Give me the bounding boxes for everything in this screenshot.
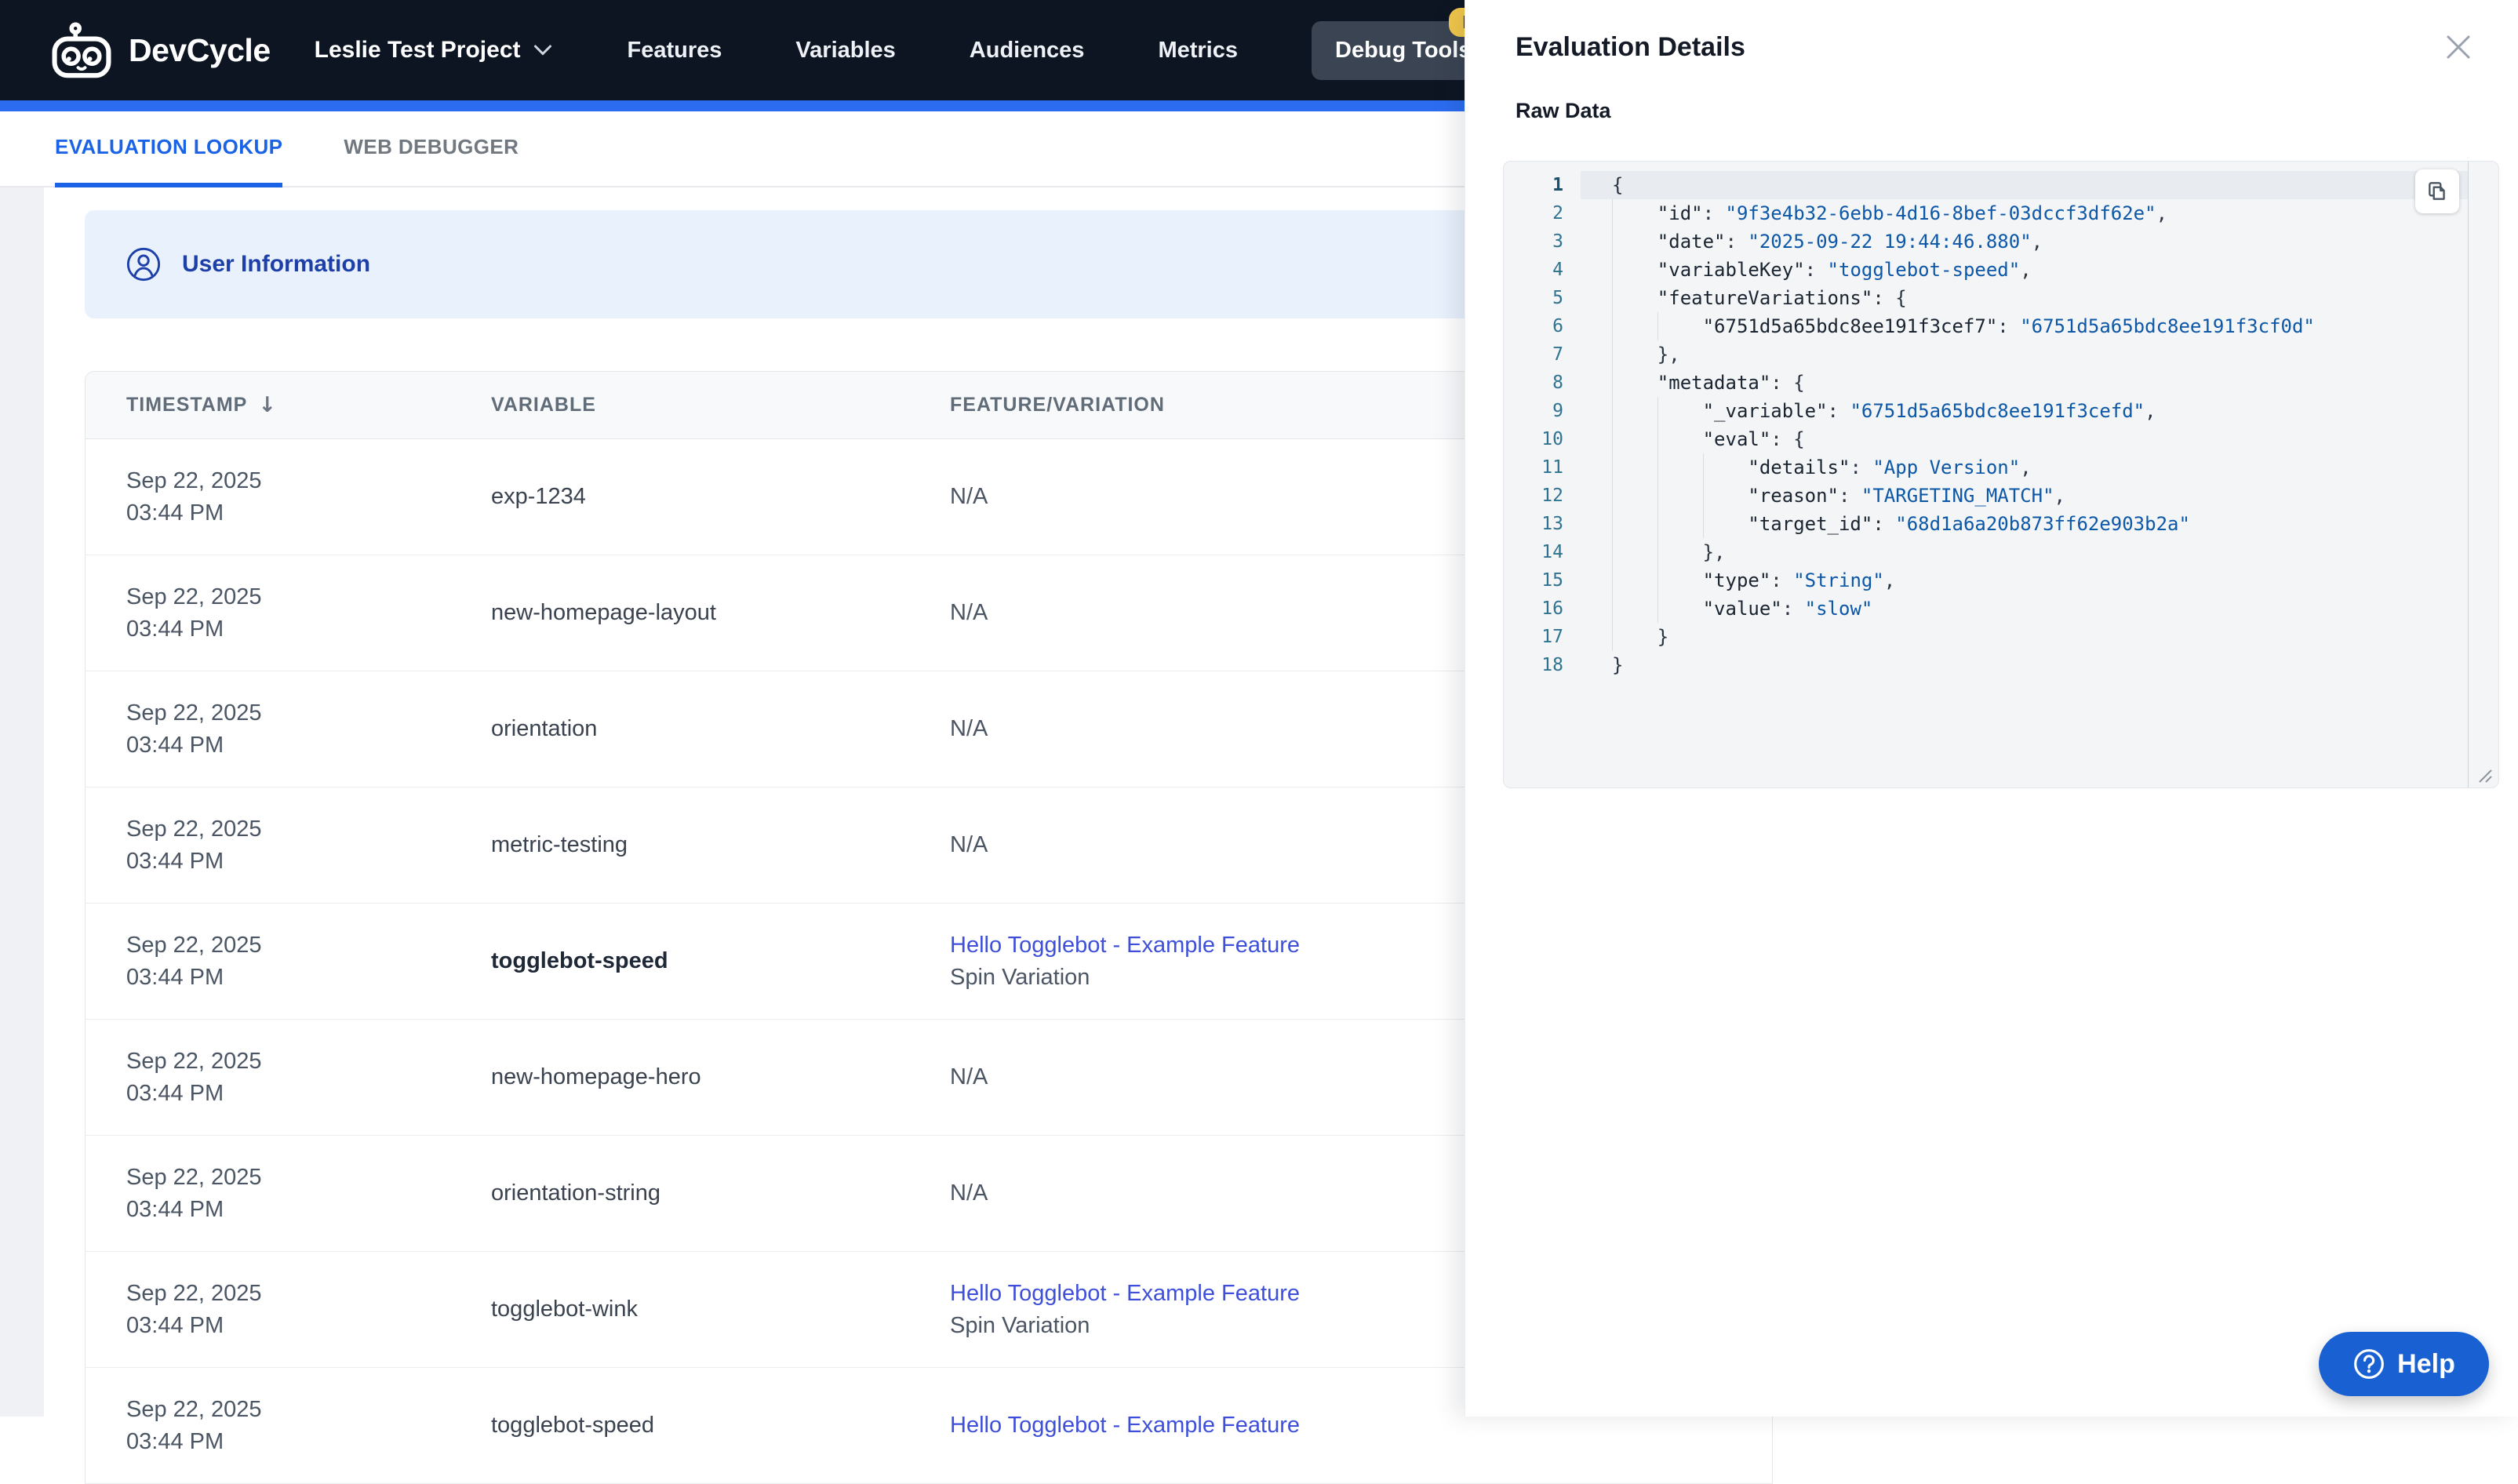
copy-button[interactable] — [2415, 169, 2459, 213]
na-label: N/A — [950, 716, 988, 741]
code-line: 4 "variableKey": "togglebot-speed", — [1504, 256, 2468, 284]
na-label: N/A — [950, 832, 988, 857]
close-panel-button[interactable] — [2443, 31, 2474, 63]
line-number: 11 — [1541, 457, 1563, 478]
code-line: 9 "_variable": "6751d5a65bdc8ee191f3cefd"… — [1504, 397, 2468, 425]
code-line: 8 "metadata": { — [1504, 369, 2468, 397]
timestamp-cell: Sep 22, 2025 03:44 PM — [126, 584, 262, 642]
code-line: 7}, — [1504, 340, 2468, 369]
line-number: 1 — [1552, 175, 1563, 195]
timestamp-cell: Sep 22, 2025 03:44 PM — [126, 467, 262, 526]
brand-name: DevCycle — [129, 31, 271, 68]
timestamp-cell: Sep 22, 2025 03:44 PM — [126, 1164, 262, 1222]
na-label: N/A — [950, 600, 988, 625]
line-number: 13 — [1541, 514, 1563, 534]
code-line: 5 "featureVariations": { — [1504, 284, 2468, 312]
code-line: 6 "6751d5a65bdc8ee191f3cef7": "6751d5a65b… — [1504, 312, 2468, 340]
line-number: 18 — [1541, 655, 1563, 675]
user-information-section[interactable]: User Information — [85, 210, 1654, 318]
na-label: N/A — [950, 1064, 988, 1089]
code-line: 13 "target_id": "68d1a6a20b873ff62e903b2a… — [1504, 510, 2468, 538]
na-label: N/A — [950, 1180, 988, 1206]
tab-web-debugger[interactable]: WEB DEBUGGER — [344, 111, 519, 187]
line-number: 17 — [1541, 627, 1563, 647]
line-number: 16 — [1541, 598, 1563, 619]
panel-title: Evaluation Details — [1516, 31, 1745, 62]
code-line: 14}, — [1504, 538, 2468, 566]
sort-descending-icon: ↓ — [258, 393, 277, 417]
code-line: 2 "id": "9f3e4b32-6ebb-4d16-8bef-03dccf3d… — [1504, 199, 2468, 227]
code-line: 18} — [1504, 651, 2468, 679]
timestamp-cell: Sep 22, 2025 03:44 PM — [126, 1396, 262, 1454]
question-circle-icon — [2354, 1349, 2385, 1379]
line-number: 4 — [1552, 260, 1563, 280]
help-button[interactable]: Help — [2319, 1332, 2489, 1396]
line-number: 3 — [1552, 231, 1563, 252]
raw-data-label: Raw Data — [1516, 99, 1611, 122]
debug-tools-label: Debug Tools — [1335, 37, 1472, 63]
nav-item-variables[interactable]: Variables — [795, 38, 895, 64]
code-line: 12 "reason": "TARGETING_MATCH", — [1504, 482, 2468, 510]
variable-cell: togglebot-speed — [491, 948, 668, 973]
line-number: 9 — [1552, 401, 1563, 421]
line-number: 12 — [1541, 486, 1563, 506]
variable-cell: new-homepage-layout — [491, 600, 716, 625]
project-name: Leslie Test Project — [314, 37, 521, 63]
chevron-down-icon — [533, 45, 551, 56]
nav-item-features[interactable]: Features — [628, 38, 722, 64]
line-number: 6 — [1552, 316, 1563, 336]
close-icon — [2447, 35, 2470, 59]
project-selector[interactable]: Leslie Test Project — [315, 37, 552, 64]
timestamp-cell: Sep 22, 2025 03:44 PM — [126, 1048, 262, 1106]
na-label: N/A — [950, 484, 988, 509]
main-navigation: Features Variables Audiences Metrics — [628, 38, 1238, 64]
resize-handle-icon[interactable] — [2476, 766, 2493, 784]
variable-cell: togglebot-wink — [491, 1297, 638, 1322]
raw-data-code-block: 1{2 "id": "9f3e4b32-6ebb-4d16-8bef-03dccf… — [1503, 161, 2499, 788]
code-line: 16 "value": "slow" — [1504, 595, 2468, 623]
help-label: Help — [2397, 1348, 2455, 1379]
code-line: 15 "type": "String", — [1504, 566, 2468, 595]
user-information-title: User Information — [182, 251, 371, 277]
line-number: 2 — [1552, 203, 1563, 224]
line-number: 15 — [1541, 570, 1563, 591]
evaluation-details-panel: Evaluation Details Raw Data 1{2 "id": "9f… — [1465, 0, 2518, 1417]
line-number: 8 — [1552, 373, 1563, 393]
user-circle-icon — [126, 247, 161, 282]
line-number: 7 — [1552, 344, 1563, 365]
devcycle-logo[interactable]: DevCycle — [50, 22, 271, 78]
timestamp-cell: Sep 22, 2025 03:44 PM — [126, 816, 262, 874]
variable-cell: new-homepage-hero — [491, 1064, 701, 1089]
variable-cell: exp-1234 — [491, 484, 586, 509]
line-number: 10 — [1541, 429, 1563, 449]
column-header-variable[interactable]: VARIABLE — [450, 394, 909, 416]
devcycle-robot-icon — [52, 22, 111, 78]
line-number: 14 — [1541, 542, 1563, 562]
code-line: 10 "eval": { — [1504, 425, 2468, 453]
code-content: 1{2 "id": "9f3e4b32-6ebb-4d16-8bef-03dccf… — [1504, 162, 2469, 787]
timestamp-cell: Sep 22, 2025 03:44 PM — [126, 932, 262, 990]
timestamp-cell: Sep 22, 2025 03:44 PM — [126, 700, 262, 758]
column-header-timestamp[interactable]: TIMESTAMP ↓ — [86, 393, 450, 417]
nav-item-audiences[interactable]: Audiences — [970, 38, 1085, 64]
variable-cell: metric-testing — [491, 832, 628, 857]
code-line: 1{ — [1504, 171, 2468, 199]
panel-header: Evaluation Details — [1465, 0, 2518, 63]
variable-cell: orientation — [491, 716, 598, 741]
page-left-gutter — [0, 187, 44, 1417]
nav-item-metrics[interactable]: Metrics — [1158, 38, 1238, 64]
copy-icon — [2429, 182, 2445, 200]
tab-evaluation-lookup[interactable]: EVALUATION LOOKUP — [55, 111, 283, 187]
line-number: 5 — [1552, 288, 1563, 308]
code-line: 3 "date": "2025-09-22 19:44:46.880", — [1504, 227, 2468, 256]
variable-cell: orientation-string — [491, 1180, 660, 1206]
code-line: 17} — [1504, 623, 2468, 651]
timestamp-cell: Sep 22, 2025 03:44 PM — [126, 1280, 262, 1338]
code-line: 11 "details": "App Version", — [1504, 453, 2468, 482]
